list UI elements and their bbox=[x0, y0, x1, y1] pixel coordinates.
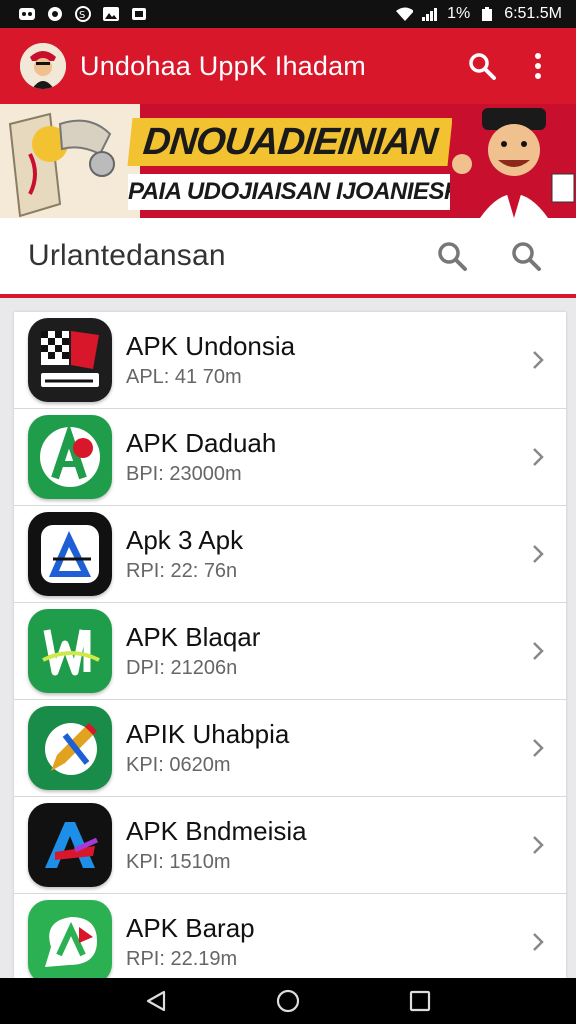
list-item[interactable]: APK Undonsia APL: 41 70m bbox=[14, 312, 566, 409]
app-bar: Undohaa UppK Ihadam bbox=[0, 28, 576, 104]
search-button-secondary[interactable] bbox=[504, 234, 548, 278]
app-meta: APL: 41 70m bbox=[126, 366, 242, 388]
search-icon bbox=[512, 242, 541, 271]
list-item[interactable]: APK Blaqar DPI: 21206n bbox=[14, 603, 566, 700]
battery-icon bbox=[478, 6, 496, 22]
app-title: Undohaa UppK Ihadam bbox=[80, 50, 366, 81]
item-text: Apk 3 Apk RPI: 22: 76n bbox=[126, 524, 524, 584]
app-meta: KPI: 0620m bbox=[126, 754, 231, 776]
recents-button[interactable] bbox=[400, 981, 440, 1021]
notification-icon: S bbox=[74, 6, 92, 22]
wifi-icon bbox=[395, 6, 414, 22]
app-meta: BPI: 23000m bbox=[126, 463, 242, 485]
banner-illustration-left bbox=[0, 104, 140, 218]
app-list: APK Undonsia APL: 41 70m APK Daduah BPI:… bbox=[14, 312, 566, 978]
recents-square-icon bbox=[409, 990, 431, 1012]
banner-mascot bbox=[452, 104, 576, 218]
notification-icon bbox=[18, 6, 36, 22]
pencil-icon bbox=[28, 706, 112, 790]
home-circle-icon bbox=[276, 989, 300, 1013]
app-name: APK Undonsia bbox=[126, 331, 296, 361]
list-item[interactable]: APIK Uhabpia KPI: 0620m bbox=[14, 700, 566, 797]
app-meta: RPI: 22.19m bbox=[126, 948, 238, 970]
item-text: APK Undonsia APL: 41 70m bbox=[126, 330, 524, 390]
chevron-right-icon bbox=[524, 734, 552, 762]
status-notifications: S bbox=[18, 6, 148, 22]
search-button-primary[interactable] bbox=[430, 234, 474, 278]
back-triangle-icon bbox=[146, 990, 166, 1012]
app-name: APK Bndmeisia bbox=[126, 816, 307, 846]
overflow-menu-button[interactable] bbox=[516, 44, 560, 88]
letter-a-icon bbox=[28, 415, 112, 499]
item-text: APK Blaqar DPI: 21206n bbox=[126, 621, 524, 681]
search-section: Urlantedansan bbox=[0, 218, 576, 298]
search-label[interactable]: Urlantedansan bbox=[28, 239, 400, 273]
app-meta: RPI: 22: 76n bbox=[126, 560, 238, 582]
chevron-right-icon bbox=[524, 346, 552, 374]
app-meta: DPI: 21206n bbox=[126, 657, 238, 679]
chevron-right-icon bbox=[524, 540, 552, 568]
back-button[interactable] bbox=[136, 981, 176, 1021]
item-text: APK Barap RPI: 22.19m bbox=[126, 912, 524, 972]
app-name: APK Barap bbox=[126, 913, 255, 943]
app-name: APK Daduah bbox=[126, 428, 277, 458]
chevron-right-icon bbox=[524, 831, 552, 859]
chevron-right-icon bbox=[524, 443, 552, 471]
battery-percent: 1% bbox=[447, 5, 471, 22]
status-bar: S 1% 6:51.5M bbox=[0, 0, 576, 28]
search-icon bbox=[438, 242, 467, 271]
status-time: 6:51.5M bbox=[504, 5, 562, 22]
list-item[interactable]: Apk 3 Apk RPI: 22: 76n bbox=[14, 506, 566, 603]
banner-subline: PAIA UDOJIAISAN IJOANIESR bbox=[128, 174, 450, 210]
system-nav-bar bbox=[0, 978, 576, 1024]
letter-a-outline-icon bbox=[28, 512, 112, 596]
app-meta: KPI: 1510m bbox=[126, 851, 231, 873]
flag-icon bbox=[130, 6, 148, 22]
item-text: APK Daduah BPI: 23000m bbox=[126, 427, 524, 487]
chevron-right-icon bbox=[524, 928, 552, 956]
search-button[interactable] bbox=[460, 44, 504, 88]
list-item[interactable]: APK Daduah BPI: 23000m bbox=[14, 409, 566, 506]
image-icon bbox=[102, 6, 120, 22]
search-icon bbox=[469, 53, 496, 80]
chevron-right-icon bbox=[524, 637, 552, 665]
promo-banner[interactable]: DNOUADIEINIAN PAIA UDOJIAISAN IJOANIESR bbox=[0, 104, 576, 218]
app-name: APIK Uhabpia bbox=[126, 719, 290, 749]
list-item[interactable]: APK Barap RPI: 22.19m bbox=[14, 894, 566, 978]
checkered-flag-icon bbox=[28, 318, 112, 402]
letter-a-gradient-icon bbox=[28, 803, 112, 887]
letter-w-icon bbox=[28, 609, 112, 693]
home-button[interactable] bbox=[268, 981, 308, 1021]
item-text: APK Bndmeisia KPI: 1510m bbox=[126, 815, 524, 875]
item-text: APIK Uhabpia KPI: 0620m bbox=[126, 718, 524, 778]
signal-icon bbox=[421, 6, 439, 22]
svg-text:S: S bbox=[79, 10, 85, 21]
banner-headline: DNOUADIEINIAN bbox=[127, 118, 453, 166]
list-item[interactable]: APK Bndmeisia KPI: 1510m bbox=[14, 797, 566, 894]
more-vertical-icon bbox=[535, 53, 541, 79]
notification-icon bbox=[46, 6, 64, 22]
app-logo bbox=[20, 43, 66, 89]
status-system: 1% 6:51.5M bbox=[395, 5, 562, 23]
chat-bubble-icon bbox=[28, 900, 112, 978]
app-name: APK Blaqar bbox=[126, 622, 261, 652]
app-name: Apk 3 Apk bbox=[126, 525, 244, 555]
